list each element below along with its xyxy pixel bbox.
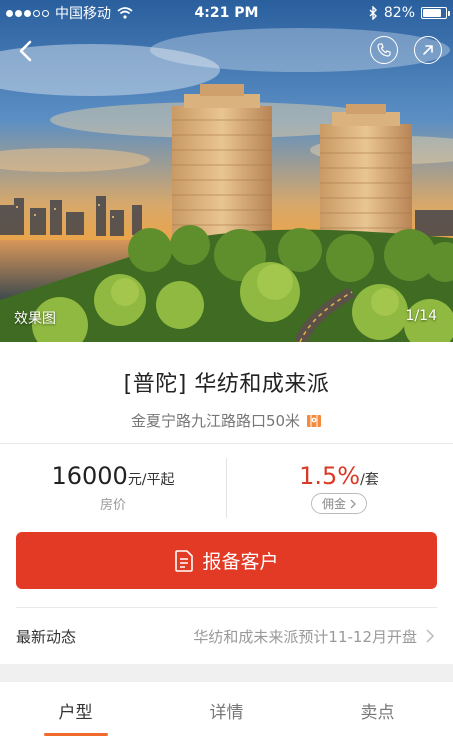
register-client-label: 报备客户	[202, 551, 279, 573]
document-icon	[175, 549, 194, 572]
commission-cell: 1.5%/套 佣金	[226, 444, 452, 524]
commission-value: 1.5%	[299, 462, 361, 490]
tab-floor-plan[interactable]: 户型	[0, 682, 151, 754]
phone-button[interactable]	[370, 36, 398, 64]
battery-percent: 82%	[383, 5, 415, 21]
back-button[interactable]	[10, 36, 40, 66]
tab-bar: 户型 详情 卖点	[0, 682, 453, 754]
hero-image[interactable]: 中国移动 4:21 PM 82% 效果图 1/14	[0, 0, 453, 342]
property-address: 金夏宁路九江路路口50米	[130, 412, 301, 430]
commission-chip[interactable]: 佣金	[310, 493, 367, 514]
share-button[interactable]	[414, 36, 442, 64]
commission-unit: /套	[360, 472, 379, 488]
tab-selling-points[interactable]: 卖点	[302, 682, 453, 754]
commission-chip-label: 佣金	[321, 497, 346, 511]
carrier-label: 中国移动	[55, 6, 111, 22]
price-unit: 元/平起	[127, 472, 175, 488]
price-value: 16000	[51, 462, 128, 490]
latest-news-text: 华纺和成未来派预计11-12月开盘	[193, 627, 417, 646]
register-client-button[interactable]: 报备客户	[16, 532, 437, 589]
chevron-right-icon	[426, 629, 435, 643]
signal-icon	[6, 9, 49, 17]
image-counter: 1/14	[405, 308, 437, 324]
property-title: [普陀] 华纺和成来派	[123, 372, 330, 397]
section-divider	[0, 664, 453, 682]
price-cell: 16000元/平起 房价	[0, 444, 226, 524]
back-arrow-icon	[19, 40, 32, 62]
map-pin-icon[interactable]	[306, 413, 322, 429]
bluetooth-icon	[369, 6, 377, 20]
phone-icon	[377, 43, 391, 57]
tower-left	[172, 84, 272, 241]
tab-details[interactable]: 详情	[151, 682, 302, 754]
price-label: 房价	[99, 498, 126, 513]
battery-icon	[421, 7, 450, 19]
status-time: 4:21 PM	[194, 5, 259, 21]
property-header: [普陀] 华纺和成来派 金夏宁路九江路路口50米	[0, 342, 453, 444]
wifi-icon	[117, 7, 133, 19]
share-icon	[423, 45, 433, 55]
latest-news-row[interactable]: 最新动态 华纺和成未来派预计11-12月开盘	[16, 607, 437, 664]
latest-news-label: 最新动态	[16, 627, 77, 646]
status-bar: 中国移动 4:21 PM 82%	[0, 0, 453, 26]
price-summary: 16000元/平起 房价 1.5%/套 佣金	[0, 444, 453, 524]
property-address-row[interactable]: 金夏宁路九江路路口50米	[131, 410, 322, 431]
image-caption: 效果图	[14, 311, 56, 327]
tower-right	[320, 104, 412, 242]
chevron-right-icon	[350, 499, 356, 508]
